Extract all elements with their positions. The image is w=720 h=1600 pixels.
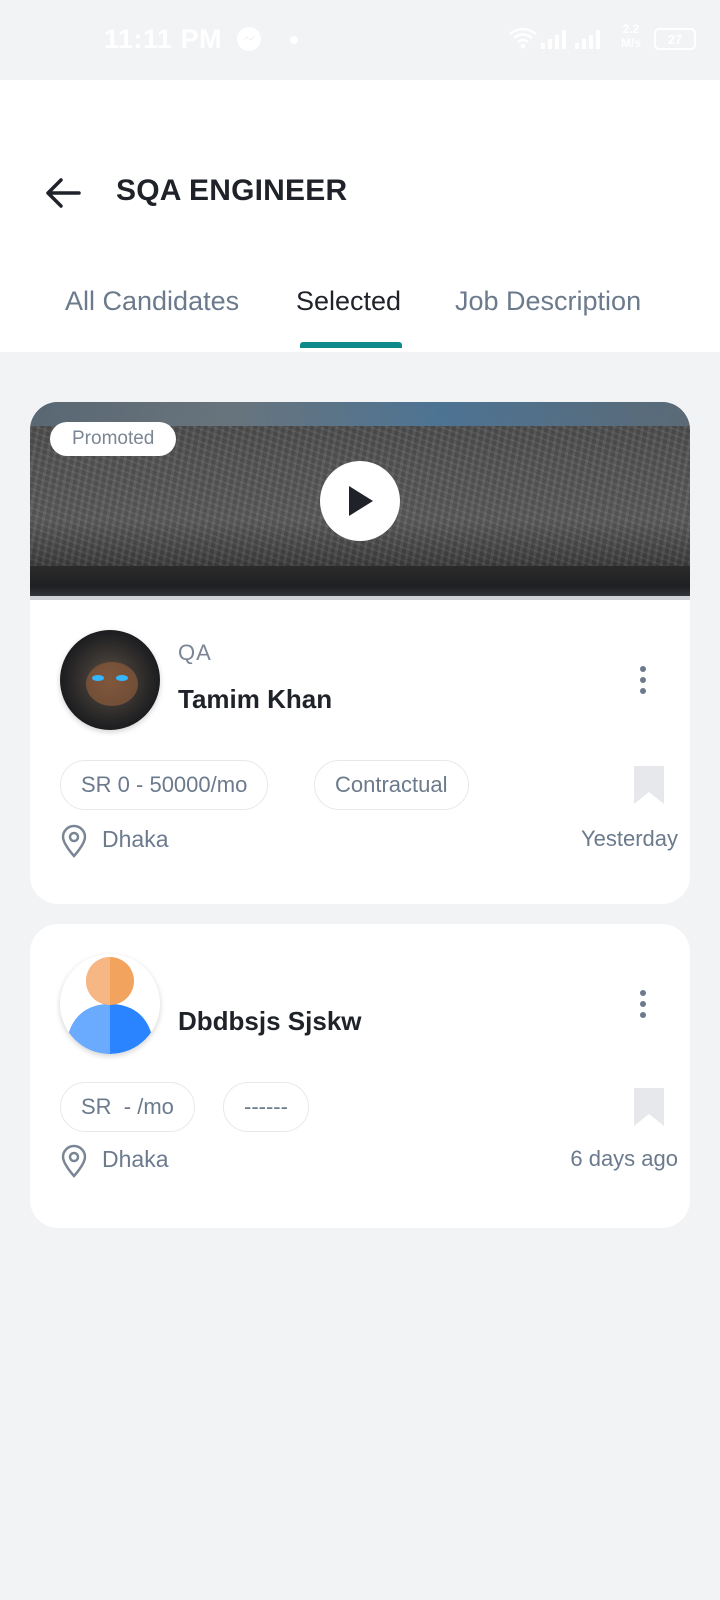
network-speed-value: 2.2 <box>622 22 640 36</box>
bookmark-icon <box>634 766 664 804</box>
candidate-role: QA <box>178 640 212 665</box>
status-bar: 11:11 PM 2.2 M/s 27 <box>0 0 720 80</box>
notification-dot-icon <box>290 36 298 44</box>
kebab-menu-icon <box>640 666 646 694</box>
location-pin-icon <box>60 824 88 863</box>
app-header: SQA ENGINEER All Candidates Selected Job… <box>0 80 720 352</box>
play-icon <box>349 486 373 516</box>
bookmark-button[interactable] <box>632 1086 666 1128</box>
wifi-icon <box>508 26 538 55</box>
more-options-button[interactable] <box>628 660 658 700</box>
tab-selected[interactable]: Selected <box>296 286 401 317</box>
user-placeholder-icon <box>60 954 160 1054</box>
avatar <box>60 630 160 730</box>
candidate-card[interactable]: Promoted QA Tamim Khan SR 0 - 50000/mo C… <box>30 402 690 904</box>
battery-icon: 27 <box>654 28 696 50</box>
thumbnail-divider <box>30 596 690 600</box>
tab-job-description[interactable]: Job Description <box>455 286 641 317</box>
messenger-icon <box>236 26 262 57</box>
kebab-menu-icon <box>640 990 646 1018</box>
candidate-date: 6 days ago <box>570 1146 678 1171</box>
bookmark-button[interactable] <box>632 764 666 806</box>
battery-level: 27 <box>667 31 683 47</box>
job-type-chip: ------ <box>223 1082 309 1132</box>
arrow-left-icon <box>46 178 81 208</box>
signal-icon-secondary <box>574 28 602 55</box>
signal-icon <box>540 28 568 55</box>
candidate-name: Tamim Khan <box>178 684 333 714</box>
candidate-location: Dhaka <box>102 1146 169 1172</box>
tab-all-candidates[interactable]: All Candidates <box>65 286 239 317</box>
more-options-button[interactable] <box>628 984 658 1024</box>
play-button[interactable] <box>320 461 400 541</box>
candidate-info: Dbdbsjs Sjskw <box>60 954 660 1054</box>
network-speed-unit: M/s <box>620 36 641 50</box>
salary-chip: SR 0 - 50000/mo <box>60 760 269 810</box>
candidate-name: Dbdbsjs Sjskw <box>178 1006 362 1036</box>
bookmark-icon <box>634 1088 664 1126</box>
candidate-location: Dhaka <box>102 826 169 852</box>
status-time: 11:11 PM <box>104 24 223 54</box>
candidate-footer: Dhaka 6 days ago <box>60 1142 678 1183</box>
candidate-footer: Dhaka Yesterday <box>60 822 678 863</box>
candidate-card[interactable]: Dbdbsjs Sjskw SR - /mo ------ Dhaka 6 da… <box>30 924 690 1228</box>
back-button[interactable] <box>38 168 88 218</box>
video-thumbnail[interactable]: Promoted <box>30 402 690 600</box>
salary-chip: SR - /mo <box>60 1082 195 1132</box>
thumbnail-band <box>30 566 690 600</box>
candidate-date: Yesterday <box>580 826 678 851</box>
avatar <box>60 954 160 1054</box>
candidate-tags: SR 0 - 50000/mo Contractual <box>60 760 664 810</box>
candidate-info: QA Tamim Khan <box>60 630 660 730</box>
tab-indicator <box>300 342 402 348</box>
promoted-badge: Promoted <box>50 422 177 456</box>
job-type-chip: Contractual <box>314 760 469 810</box>
location-pin-icon <box>60 1144 88 1183</box>
tab-bar: All Candidates Selected Job Description <box>0 276 720 352</box>
candidate-tags: SR - /mo ------ <box>60 1082 664 1132</box>
network-speed: 2.2 M/s <box>616 22 646 50</box>
page-title: SQA ENGINEER <box>116 174 348 207</box>
